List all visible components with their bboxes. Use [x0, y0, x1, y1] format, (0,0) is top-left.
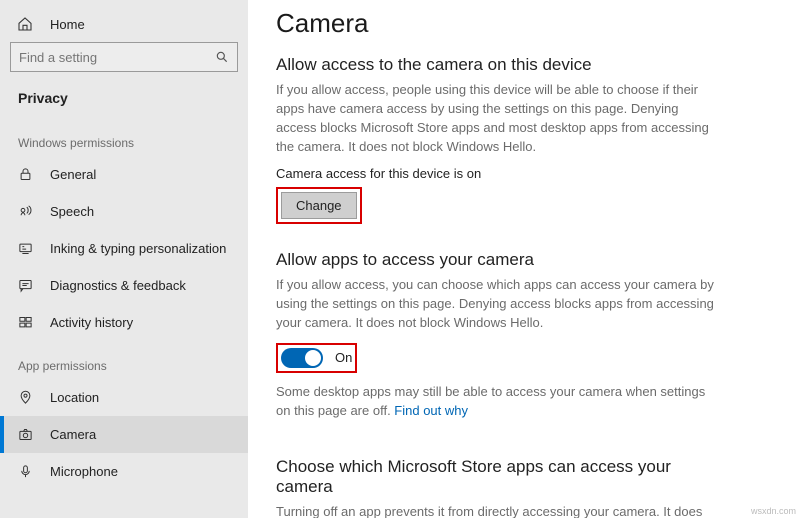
sidebar-item-camera[interactable]: Camera [0, 416, 248, 453]
sidebar-item-general[interactable]: General [0, 156, 248, 193]
toggle-state-label: On [335, 350, 352, 365]
search-icon [215, 50, 229, 64]
sidebar-item-label: Diagnostics & feedback [50, 278, 186, 293]
sidebar-home-label: Home [50, 17, 85, 32]
inking-icon [16, 241, 34, 256]
section2-heading: Allow apps to access your camera [276, 250, 772, 270]
sidebar-item-speech[interactable]: Speech [0, 193, 248, 230]
page-title: Camera [276, 8, 772, 39]
sidebar-item-label: Activity history [50, 315, 133, 330]
speech-icon [16, 204, 34, 219]
sidebar-item-activity-history[interactable]: Activity history [0, 304, 248, 341]
section1-heading: Allow access to the camera on this devic… [276, 55, 772, 75]
content-pane: Camera Allow access to the camera on thi… [248, 0, 800, 518]
sidebar-item-label: Location [50, 390, 99, 405]
home-icon [16, 16, 34, 32]
settings-sidebar: Home Privacy Windows permissions General… [0, 0, 248, 518]
find-out-why-link[interactable]: Find out why [394, 403, 468, 418]
microphone-icon [16, 464, 34, 479]
sidebar-item-location[interactable]: Location [0, 379, 248, 416]
sidebar-item-label: Camera [50, 427, 96, 442]
sidebar-item-inking[interactable]: Inking & typing personalization [0, 230, 248, 267]
lock-icon [16, 167, 34, 182]
section3-description: Turning off an app prevents it from dire… [276, 503, 716, 518]
activity-icon [16, 315, 34, 330]
sidebar-item-label: Speech [50, 204, 94, 219]
section2-note: Some desktop apps may still be able to a… [276, 383, 716, 421]
section2-description: If you allow access, you can choose whic… [276, 276, 716, 333]
section1-description: If you allow access, people using this d… [276, 81, 716, 156]
sidebar-item-label: Microphone [50, 464, 118, 479]
feedback-icon [16, 278, 34, 293]
group-app-permissions: App permissions [0, 341, 248, 379]
section3-heading: Choose which Microsoft Store apps can ac… [276, 457, 716, 497]
sidebar-item-label: Inking & typing personalization [50, 241, 226, 256]
sidebar-item-microphone[interactable]: Microphone [0, 453, 248, 490]
sidebar-home[interactable]: Home [0, 10, 248, 42]
sidebar-item-diagnostics[interactable]: Diagnostics & feedback [0, 267, 248, 304]
change-button[interactable]: Change [281, 192, 357, 219]
allow-apps-toggle[interactable] [281, 348, 323, 368]
camera-access-status: Camera access for this device is on [276, 166, 772, 181]
change-button-highlight: Change [276, 187, 362, 224]
search-box[interactable] [10, 42, 238, 72]
toggle-highlight: On [276, 343, 357, 373]
group-windows-permissions: Windows permissions [0, 118, 248, 156]
sidebar-item-label: General [50, 167, 96, 182]
watermark: wsxdn.com [751, 506, 796, 516]
camera-icon [16, 427, 34, 442]
location-icon [16, 390, 34, 405]
current-section-title: Privacy [0, 88, 248, 118]
search-input[interactable] [19, 50, 215, 65]
